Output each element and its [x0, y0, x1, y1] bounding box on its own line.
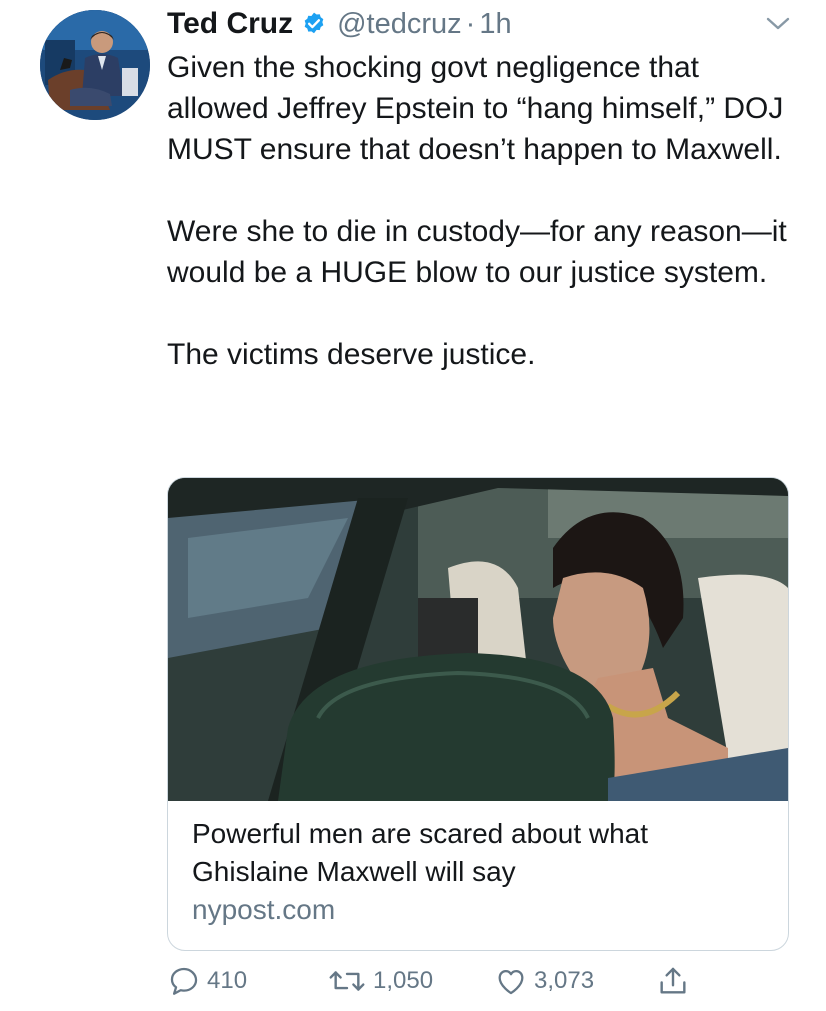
tweet-paragraph: Given the shocking govt negligence that … [167, 51, 784, 166]
retweet-button[interactable]: 1,050 [327, 964, 433, 998]
tweet-paragraph: Were she to die in custody—for any reaso… [167, 215, 787, 289]
tweet-paragraph: The victims deserve justice. [167, 338, 536, 371]
photo-woman-in-car [168, 478, 788, 801]
reply-button[interactable]: 410 [167, 964, 247, 998]
card-body: Powerful men are scared about what Ghisl… [168, 801, 788, 929]
retweet-count: 1,050 [373, 967, 434, 994]
like-count: 3,073 [534, 967, 595, 994]
share-button[interactable] [656, 964, 690, 998]
heart-icon [498, 969, 524, 995]
tweet-text: Given the shocking govt negligence that … [167, 47, 807, 375]
reply-icon [170, 967, 198, 995]
tweet-header: Ted Cruz @tedcruz · 1h [167, 6, 512, 42]
card-image[interactable] [168, 478, 788, 801]
card-title[interactable]: Powerful men are scared about what Ghisl… [192, 815, 764, 891]
author-handle[interactable]: @tedcruz [337, 8, 462, 41]
retweet-icon [329, 971, 365, 991]
reply-count: 410 [207, 967, 248, 994]
share-icon [660, 967, 686, 994]
chevron-down-icon[interactable] [764, 14, 792, 34]
author-name[interactable]: Ted Cruz [167, 7, 293, 41]
tweet-timestamp[interactable]: 1h [479, 8, 511, 41]
avatar[interactable] [40, 10, 150, 120]
separator-dot: · [465, 7, 476, 40]
like-button[interactable]: 3,073 [494, 964, 594, 998]
verified-badge-icon [301, 11, 327, 37]
tweet-actions: 410 1,050 3,073 [167, 964, 787, 1004]
profile-photo [40, 10, 150, 120]
card-domain: nypost.com [192, 894, 336, 925]
link-card[interactable]: Powerful men are scared about what Ghisl… [167, 477, 789, 951]
